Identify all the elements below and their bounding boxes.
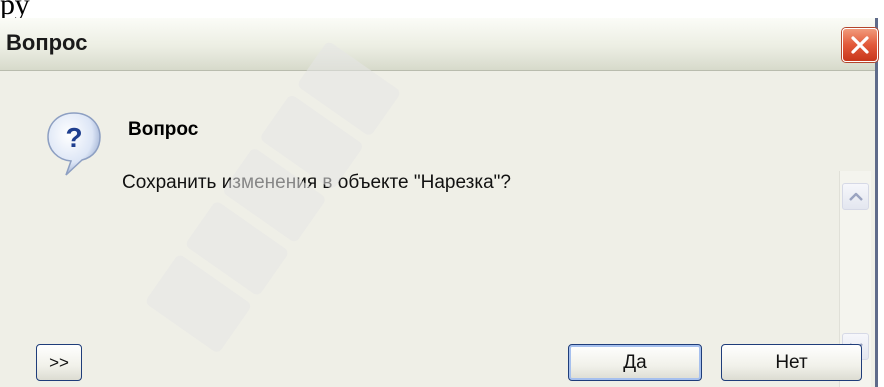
- message-heading: Вопрос: [128, 119, 199, 140]
- dialog-title: Вопрос: [6, 30, 88, 55]
- chevron-up-icon: [849, 192, 863, 201]
- scroll-up-button[interactable]: [842, 183, 869, 210]
- question-dialog: Вопрос ? Вопрос Сохранить изменения в об…: [0, 18, 878, 387]
- message-text: Сохранить изменения в объекте "Нарезка"?: [122, 172, 511, 193]
- expand-details-button[interactable]: >>: [36, 344, 82, 381]
- close-icon: [851, 36, 869, 54]
- dialog-footer: >> Да Нет: [0, 340, 875, 387]
- page: ру Вопрос ? Вопрос Сохранить изменения в…: [0, 0, 884, 387]
- question-icon: ?: [47, 112, 101, 176]
- close-button[interactable]: [842, 28, 878, 62]
- svg-text:?: ?: [65, 122, 82, 153]
- yes-button[interactable]: Да: [568, 344, 702, 381]
- dialog-titlebar[interactable]: Вопрос: [0, 18, 878, 71]
- dialog-body: ? Вопрос Сохранить изменения в объекте "…: [0, 71, 875, 387]
- no-button[interactable]: Нет: [721, 344, 862, 381]
